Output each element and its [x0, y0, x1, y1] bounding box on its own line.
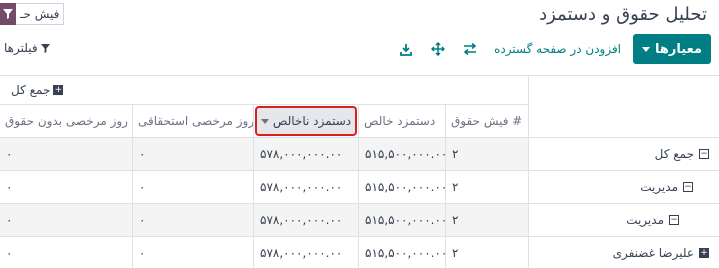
- sorted-column-highlight[interactable]: دستمزد ناخالص: [255, 106, 357, 136]
- pivot-cell[interactable]: ۰: [133, 204, 254, 237]
- pivot-cell[interactable]: ۰: [0, 138, 133, 171]
- row-header[interactable]: − جمع کل: [529, 138, 719, 171]
- search-bar[interactable]: فیش حـ: [0, 2, 65, 26]
- column-header-5[interactable]: روز مرخصی بدون حقوق: [0, 105, 133, 138]
- measures-button-label: معیارها: [655, 41, 702, 57]
- pivot-cell[interactable]: ۰: [133, 138, 254, 171]
- expand-icon: +: [53, 84, 64, 95]
- pivot-cell[interactable]: ۲: [446, 204, 529, 237]
- pivot-toolbar: معیارها افزودن در صفحه گسترده: [398, 34, 711, 64]
- pivot-cell[interactable]: ۵۷۸,۰۰۰,۰۰۰.۰۰: [254, 171, 359, 204]
- sort-descending-icon: [260, 118, 269, 124]
- column-header-label: # فیش حقوق: [451, 114, 523, 128]
- download-icon[interactable]: [398, 41, 414, 57]
- row-header-label: مدیریت: [626, 213, 664, 227]
- row-header-label: علیرضا غضنفری: [612, 246, 694, 260]
- collapse-icon: −: [699, 148, 709, 159]
- pivot-cell[interactable]: ۵۷۸,۰۰۰,۰۰۰.۰۰: [254, 138, 359, 171]
- column-header-label: روز مرخصی استحقاقی: [138, 114, 254, 128]
- filters-label: فیلترها: [4, 41, 38, 55]
- filter-facet-icon: [0, 3, 16, 25]
- collapse-icon: −: [669, 214, 679, 225]
- pivot-cell[interactable]: ۵۷۸,۰۰۰,۰۰۰.۰۰: [254, 237, 359, 268]
- column-group-header[interactable]: + جمع کل: [0, 75, 529, 105]
- column-group-label: جمع کل: [11, 83, 51, 97]
- pivot-cell[interactable]: ۵۱۵,۵۰۰,۰۰۰.۰۰: [359, 138, 446, 171]
- flip-axis-icon[interactable]: [462, 41, 478, 57]
- pivot-cell[interactable]: ۲: [446, 171, 529, 204]
- pivot-cell[interactable]: ۵۱۵,۵۰۰,۰۰۰.۰۰: [359, 171, 446, 204]
- pivot-cell[interactable]: ۲: [446, 237, 529, 268]
- expand-all-icon[interactable]: [430, 41, 446, 57]
- column-header-label: دستمزد خالص: [364, 114, 436, 128]
- pivot-corner-cell: [529, 75, 719, 138]
- column-header-3[interactable]: دستمزد ناخالص: [254, 105, 359, 138]
- pivot-cell[interactable]: ۲: [446, 138, 529, 171]
- column-header-2[interactable]: دستمزد خالص: [359, 105, 446, 138]
- caret-down-icon: [642, 46, 651, 52]
- pivot-cell[interactable]: ۵۱۵,۵۰۰,۰۰۰.۰۰: [359, 204, 446, 237]
- pivot-cell[interactable]: ۰: [0, 171, 133, 204]
- column-header-label: دستمزد ناخالص: [272, 114, 352, 128]
- row-header[interactable]: − مدیریت: [529, 204, 719, 237]
- column-header-label: روز مرخصی بدون حقوق: [5, 114, 128, 128]
- expand-icon: +: [699, 247, 709, 258]
- row-header[interactable]: + علیرضا غضنفری: [529, 237, 719, 268]
- pivot-table: + جمع کل # فیش حقوق دستمزد خالص دستمزد ناخ…: [0, 75, 719, 268]
- row-header-label: جمع کل: [654, 147, 694, 161]
- search-facet-label[interactable]: فیش حـ: [16, 3, 65, 25]
- collapse-icon: −: [683, 181, 693, 192]
- row-header-label: مدیریت: [640, 180, 678, 194]
- column-header-4[interactable]: روز مرخصی استحقاقی: [133, 105, 254, 138]
- pivot-cell[interactable]: ۵۷۸,۰۰۰,۰۰۰.۰۰: [254, 204, 359, 237]
- page-title: تحلیل حقوق و دستمزد: [539, 4, 707, 25]
- column-header-1[interactable]: # فیش حقوق: [446, 105, 529, 138]
- funnel-icon: [40, 43, 50, 53]
- pivot-cell[interactable]: ۰: [0, 204, 133, 237]
- measures-button[interactable]: معیارها: [633, 34, 711, 64]
- row-header[interactable]: − مدیریت: [529, 171, 719, 204]
- insert-in-spreadsheet-button[interactable]: افزودن در صفحه گسترده: [494, 42, 621, 56]
- pivot-cell[interactable]: ۰: [0, 237, 133, 268]
- pivot-cell[interactable]: ۰: [133, 171, 254, 204]
- pivot-cell[interactable]: ۵۱۵,۵۰۰,۰۰۰.۰۰: [359, 237, 446, 268]
- pivot-cell[interactable]: ۰: [133, 237, 254, 268]
- filters-dropdown[interactable]: فیلترها: [4, 41, 50, 55]
